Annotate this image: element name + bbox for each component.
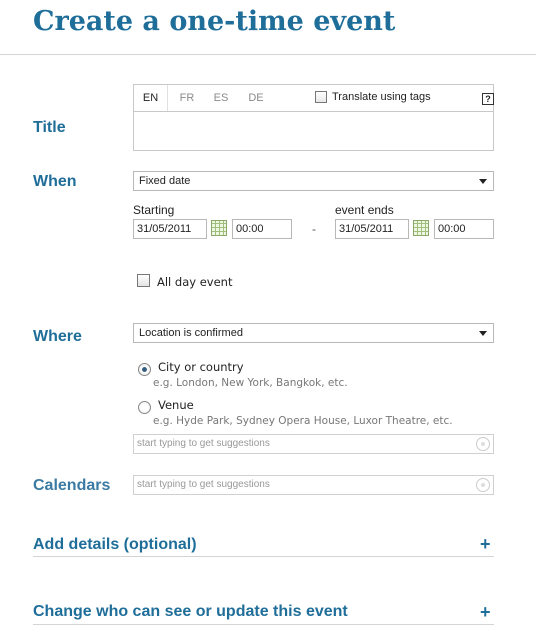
title-input[interactable] [134, 111, 493, 150]
tab-es[interactable]: ES [206, 85, 236, 111]
tab-en[interactable]: EN [134, 85, 168, 111]
city-hint: e.g. London, New York, Bangkok, etc. [153, 377, 348, 389]
calendars-label: Calendars [33, 477, 111, 494]
end-date-input[interactable]: 31/05/2011 [335, 219, 409, 239]
calendar-icon[interactable] [413, 220, 429, 236]
venue-hint: e.g. Hyde Park, Sydney Opera House, Luxo… [153, 415, 453, 427]
plus-icon[interactable]: + [480, 602, 491, 623]
date-type-select[interactable]: Fixed date [133, 171, 494, 191]
location-search-placeholder: start typing to get suggestions [137, 438, 270, 449]
translate-label: Translate using tags [332, 91, 431, 103]
when-label: When [33, 173, 77, 190]
section-divider [33, 624, 494, 625]
tab-fr[interactable]: FR [172, 85, 202, 111]
plus-icon[interactable]: + [480, 534, 491, 555]
section-divider [33, 556, 494, 557]
add-details-toggle[interactable]: Add details (optional) [33, 536, 197, 554]
venue-radio[interactable] [138, 401, 151, 414]
city-radio[interactable] [138, 363, 151, 376]
clear-icon[interactable] [476, 478, 490, 492]
help-icon[interactable]: ? [482, 93, 494, 105]
calendar-icon[interactable] [211, 220, 227, 236]
page-title: Create a one-time event [33, 6, 396, 37]
title-editor: EN FR ES DE Translate using tags ? [133, 84, 494, 151]
location-status-select[interactable]: Location is confirmed [133, 323, 494, 343]
location-search-input[interactable]: start typing to get suggestions [133, 434, 494, 454]
calendars-search-input[interactable]: start typing to get suggestions [133, 475, 494, 495]
starting-label: Starting [133, 203, 175, 217]
dropdown-arrow-icon [479, 331, 487, 336]
date-separator: - [312, 222, 316, 236]
calendars-search-placeholder: start typing to get suggestions [137, 479, 270, 490]
translate-checkbox[interactable] [315, 91, 327, 103]
title-label: Title [33, 119, 66, 136]
all-day-label: All day event [157, 275, 233, 289]
city-option-label: City or country [158, 360, 244, 374]
start-time-input[interactable]: 00:00 [232, 219, 292, 239]
clear-icon[interactable] [476, 437, 490, 451]
where-label: Where [33, 328, 82, 345]
date-type-value: Fixed date [139, 175, 191, 187]
location-status-value: Location is confirmed [139, 327, 243, 339]
title-divider [0, 54, 536, 55]
end-time-input[interactable]: 00:00 [434, 219, 494, 239]
tab-de[interactable]: DE [241, 85, 271, 111]
permissions-toggle[interactable]: Change who can see or update this event [33, 603, 348, 621]
venue-option-label: Venue [158, 398, 194, 412]
dropdown-arrow-icon [479, 179, 487, 184]
start-date-input[interactable]: 31/05/2011 [133, 219, 207, 239]
all-day-checkbox[interactable] [137, 274, 150, 287]
event-ends-label: event ends [335, 203, 394, 217]
